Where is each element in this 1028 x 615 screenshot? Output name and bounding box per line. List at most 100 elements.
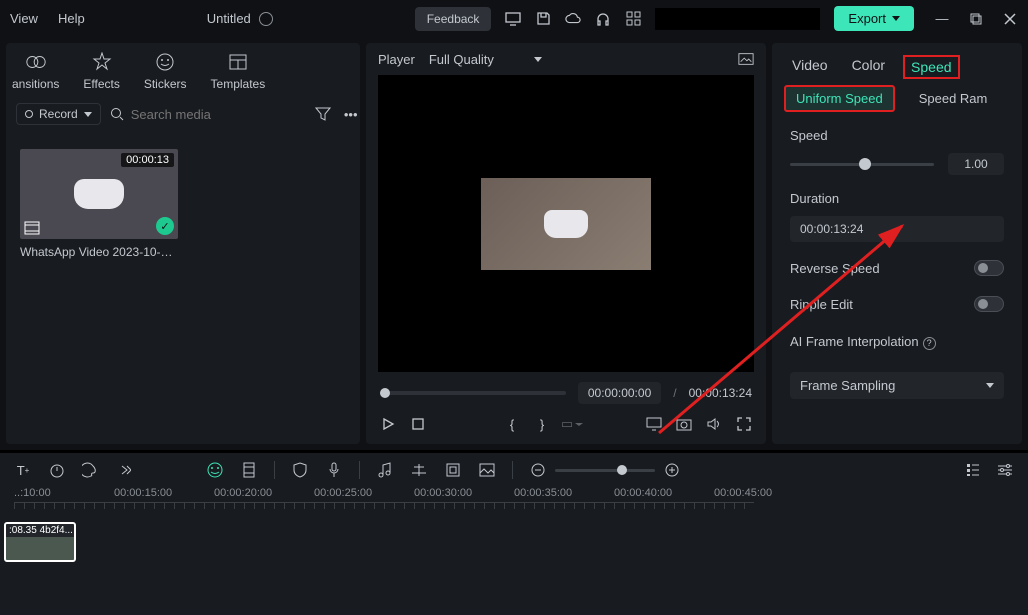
- tab-transitions[interactable]: ansitions: [12, 51, 59, 91]
- camera-icon[interactable]: [676, 416, 692, 432]
- subtab-speed-ramp[interactable]: Speed Ram: [909, 87, 998, 110]
- filmstrip-icon: [24, 221, 40, 235]
- record-button[interactable]: Record: [16, 103, 101, 125]
- transitions-icon: [25, 51, 47, 73]
- more-tools-icon[interactable]: [116, 461, 134, 479]
- prop-tab-color[interactable]: Color: [852, 57, 885, 77]
- close-icon[interactable]: [1002, 11, 1018, 27]
- zoom-in-icon[interactable]: [663, 461, 681, 479]
- track-view-icon[interactable]: [964, 461, 982, 479]
- timeline-ticks: [14, 502, 754, 514]
- divider: [359, 461, 360, 479]
- more-icon[interactable]: •••: [343, 106, 359, 122]
- ruler-mark: 00:00:30:00: [414, 487, 464, 499]
- reverse-speed-toggle[interactable]: [974, 260, 1004, 276]
- video-frame: [481, 178, 651, 270]
- ruler-mark: 00:00:45:00: [714, 487, 764, 499]
- mark-in-icon[interactable]: {: [504, 416, 520, 432]
- text-tool-icon[interactable]: T+: [14, 461, 32, 479]
- cloud-icon[interactable]: [565, 11, 581, 27]
- music-icon[interactable]: [376, 461, 394, 479]
- headphones-icon[interactable]: [595, 11, 611, 27]
- speed-slider[interactable]: [790, 163, 934, 166]
- record-icon: [25, 110, 33, 118]
- ai-face-icon[interactable]: [206, 461, 224, 479]
- clip-thumbnail: [74, 179, 124, 209]
- ruler-mark: ..:10:00: [14, 487, 64, 499]
- tab-templates[interactable]: Templates: [211, 51, 266, 91]
- ruler-mark: 00:00:35:00: [514, 487, 564, 499]
- quality-select[interactable]: Full Quality: [429, 52, 542, 67]
- interpolation-label: AI Frame Interpolation?: [790, 334, 1004, 350]
- ruler-mark: 00:00:40:00: [614, 487, 664, 499]
- clip-name: WhatsApp Video 2023-10-05...: [20, 245, 178, 259]
- project-title: Untitled: [207, 11, 251, 26]
- tab-stickers[interactable]: Stickers: [144, 51, 187, 91]
- divider: [512, 461, 513, 479]
- ruler-mark: 00:00:15:00: [114, 487, 164, 499]
- volume-icon[interactable]: [706, 416, 722, 432]
- timeline-clip[interactable]: :08.35 4b2f4...: [4, 522, 76, 562]
- ripple-edit-toggle[interactable]: [974, 296, 1004, 312]
- stop-icon[interactable]: [410, 416, 426, 432]
- time-current: 00:00:00:00: [578, 382, 661, 404]
- timer-icon[interactable]: [48, 461, 66, 479]
- shield-icon[interactable]: [291, 461, 309, 479]
- export-button[interactable]: Export: [834, 6, 914, 31]
- feedback-button[interactable]: Feedback: [415, 7, 492, 31]
- mark-out-icon[interactable]: }: [534, 416, 550, 432]
- time-total: 00:00:13:24: [689, 386, 752, 400]
- save-icon[interactable]: [535, 11, 551, 27]
- reverse-speed-label: Reverse Speed: [790, 261, 880, 276]
- blackout-region: [655, 8, 820, 30]
- refresh-icon[interactable]: [259, 12, 273, 26]
- menu-view[interactable]: View: [10, 11, 38, 26]
- prop-tab-video[interactable]: Video: [792, 57, 828, 77]
- minimize-icon[interactable]: —: [934, 11, 950, 27]
- check-icon: ✓: [156, 217, 174, 235]
- ruler-mark: 00:00:20:00: [214, 487, 264, 499]
- clip-duration: 00:00:13: [121, 153, 174, 167]
- frame-icon[interactable]: [444, 461, 462, 479]
- play-icon[interactable]: [380, 416, 396, 432]
- search-icon: [109, 106, 125, 122]
- divider: [274, 461, 275, 479]
- menu-help[interactable]: Help: [58, 11, 85, 26]
- templates-icon: [227, 51, 249, 73]
- zoom-slider[interactable]: [555, 469, 655, 472]
- display-icon[interactable]: [646, 416, 662, 432]
- ruler-mark: 00:00:25:00: [314, 487, 364, 499]
- grid-icon[interactable]: [625, 11, 641, 27]
- settings-icon[interactable]: [996, 461, 1014, 479]
- palette-icon[interactable]: [82, 461, 100, 479]
- picture-icon[interactable]: [478, 461, 496, 479]
- mic-icon[interactable]: [325, 461, 343, 479]
- search-input[interactable]: [131, 107, 307, 122]
- snapshot-icon[interactable]: [738, 51, 754, 67]
- tab-effects[interactable]: Effects: [83, 51, 119, 91]
- filter-icon[interactable]: [315, 106, 331, 122]
- player-viewport[interactable]: [378, 75, 754, 372]
- info-icon[interactable]: ?: [923, 337, 936, 350]
- subtab-uniform-speed[interactable]: Uniform Speed: [784, 85, 895, 112]
- fullscreen-icon[interactable]: [736, 416, 752, 432]
- stickers-icon: [154, 51, 176, 73]
- align-icon[interactable]: [410, 461, 428, 479]
- film-icon[interactable]: [240, 461, 258, 479]
- speed-value[interactable]: 1.00: [948, 153, 1004, 175]
- vr-headset-graphic: [544, 210, 588, 238]
- maximize-icon[interactable]: [968, 11, 984, 27]
- media-clip[interactable]: 00:00:13 ✓ WhatsApp Video 2023-10-05...: [20, 149, 178, 259]
- time-separator: /: [673, 386, 676, 400]
- zoom-out-icon[interactable]: [529, 461, 547, 479]
- duration-label: Duration: [790, 191, 1004, 206]
- device-icon[interactable]: [505, 11, 521, 27]
- prop-tab-speed[interactable]: Speed: [903, 55, 959, 79]
- player-label: Player: [378, 52, 415, 67]
- duration-input[interactable]: 00:00:13:24: [790, 216, 1004, 242]
- timeline-ruler[interactable]: ..:10:00 00:00:15:00 00:00:20:00 00:00:2…: [0, 487, 1028, 499]
- ripple-edit-label: Ripple Edit: [790, 297, 853, 312]
- seek-slider[interactable]: [380, 391, 566, 395]
- interpolation-select[interactable]: Frame Sampling: [790, 372, 1004, 399]
- crop-icon[interactable]: ▭: [564, 416, 580, 432]
